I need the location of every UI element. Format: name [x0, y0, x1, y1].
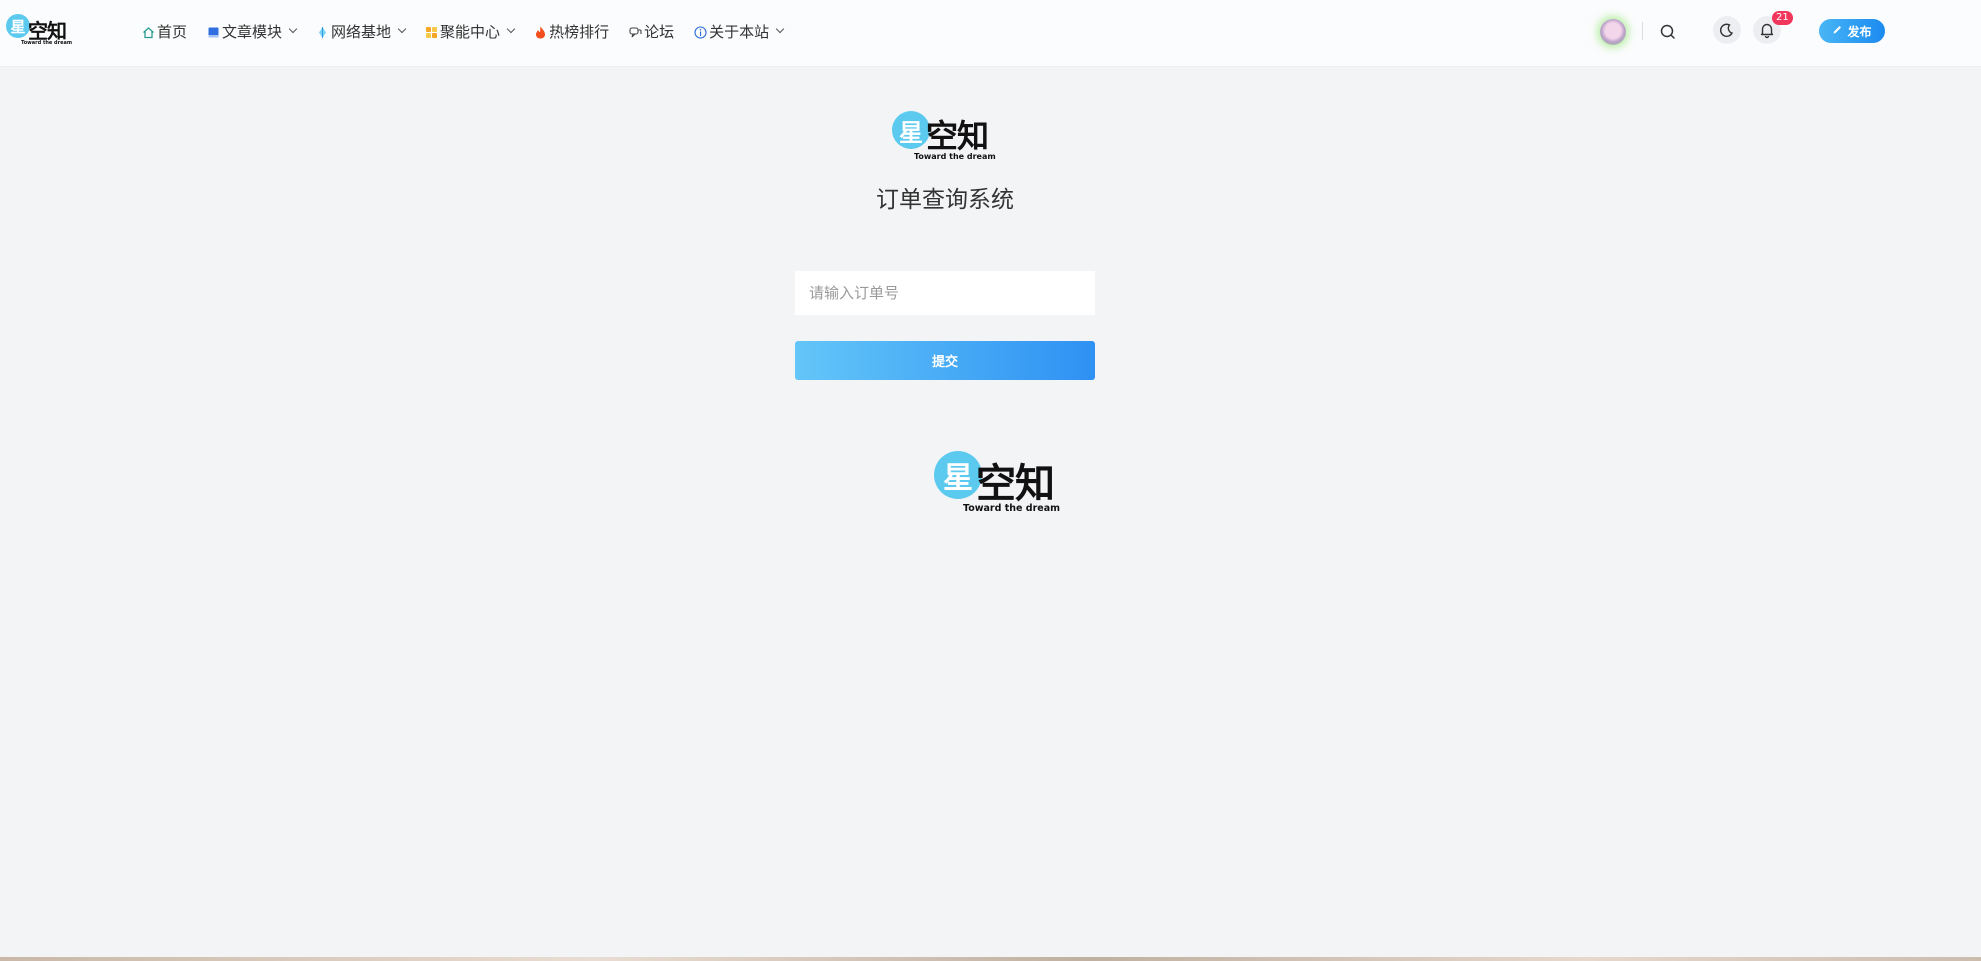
footer-logo: 星 空知 Toward the dream — [932, 448, 1072, 514]
search-button[interactable] — [1658, 22, 1678, 42]
top-header: 星 空知 Toward the dream 首页 文章模块 网络基地 聚能中心 … — [0, 0, 1981, 67]
nav-item-network[interactable]: 网络基地 — [316, 18, 407, 44]
publish-label: 发布 — [1847, 24, 1872, 39]
nav-item-about[interactable]: 关于本站 — [694, 18, 785, 44]
nav-label: 论坛 — [644, 22, 675, 41]
nav-item-energy-center[interactable]: 聚能中心 — [425, 18, 516, 44]
info-icon — [694, 25, 707, 39]
nav-label: 关于本站 — [709, 22, 770, 41]
order-number-input[interactable] — [795, 271, 1095, 315]
grid-icon — [425, 25, 438, 38]
chat-icon — [629, 25, 642, 38]
nav-label: 聚能中心 — [440, 22, 501, 41]
nav-label: 首页 — [157, 22, 188, 41]
diamond-icon — [316, 25, 329, 38]
nav-item-home[interactable]: 首页 — [142, 18, 187, 44]
user-avatar[interactable] — [1600, 19, 1626, 45]
book-icon — [207, 25, 220, 38]
chevron-down-icon — [506, 24, 516, 34]
center-logo: 星 空知 Toward the dream — [890, 108, 1002, 164]
chevron-down-icon — [775, 24, 785, 34]
chevron-down-icon — [288, 24, 298, 34]
pencil-icon — [1832, 24, 1843, 38]
fire-icon — [534, 25, 547, 38]
search-icon — [1660, 24, 1675, 39]
chevron-down-icon — [397, 24, 407, 34]
nav-item-articles[interactable]: 文章模块 — [207, 18, 298, 44]
logo-emblem: 星 — [6, 14, 30, 38]
header-divider — [1642, 22, 1643, 40]
moon-icon — [1719, 23, 1734, 37]
logo-slogan: Toward the dream — [21, 40, 73, 46]
theme-toggle-button[interactable] — [1713, 16, 1741, 44]
main-nav: 首页 文章模块 网络基地 聚能中心 热榜排行 论坛 关于本站 — [142, 18, 803, 44]
notification-count-badge: 21 — [1772, 11, 1793, 25]
home-icon — [142, 25, 155, 38]
logo-name: 空知 — [926, 117, 989, 155]
submit-button[interactable]: 提交 — [795, 341, 1095, 380]
logo-slogan: Toward the dream — [914, 152, 996, 161]
nav-label: 热榜排行 — [549, 22, 610, 41]
logo-slogan: Toward the dream — [963, 503, 1061, 514]
nav-item-forum[interactable]: 论坛 — [629, 18, 674, 44]
logo-name: 空知 — [976, 461, 1055, 507]
nav-item-hot-rank[interactable]: 热榜排行 — [534, 18, 609, 44]
logo-emblem: 星 — [892, 111, 930, 149]
nav-label: 文章模块 — [222, 22, 283, 41]
publish-button[interactable]: 发布 — [1819, 19, 1885, 43]
site-logo[interactable]: 星 空知 Toward the dream — [6, 12, 76, 48]
logo-emblem: 星 — [934, 451, 982, 499]
footer-image-strip — [0, 957, 1981, 961]
page-title: 订单查询系统 — [876, 187, 1014, 213]
nav-label: 网络基地 — [331, 22, 392, 41]
